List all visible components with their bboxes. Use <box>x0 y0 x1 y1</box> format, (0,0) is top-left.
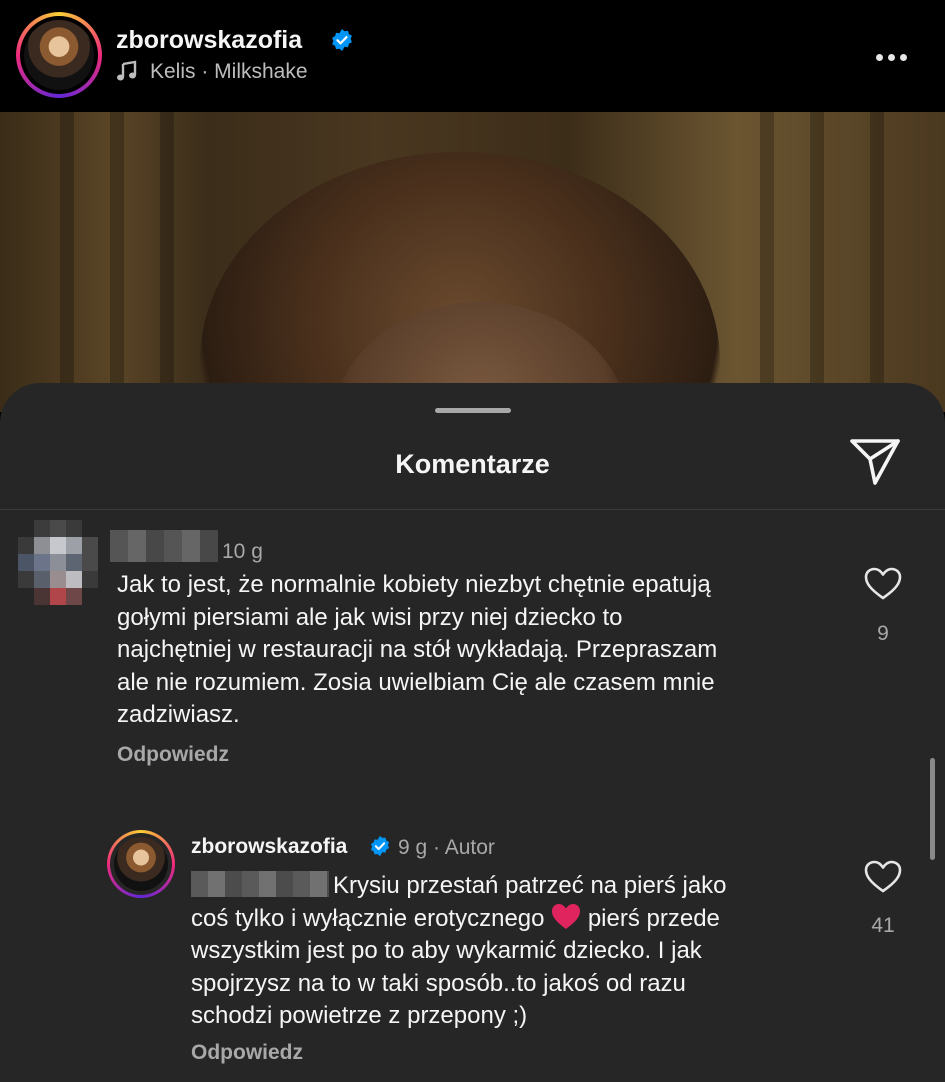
sheet-grabber[interactable] <box>435 408 511 413</box>
verified-badge-icon <box>332 29 352 51</box>
more-options-icon[interactable] <box>876 48 916 61</box>
author-label: Autor <box>444 836 495 859</box>
music-note-icon <box>117 60 137 81</box>
like-heart-icon[interactable] <box>864 860 902 894</box>
reply-username[interactable]: zborowskazofia <box>191 835 347 859</box>
reply-text: Krysiu przestań patrzeć na pierś jako coś… <box>191 871 727 1029</box>
reply-meta: 9 g · Autor <box>398 836 495 860</box>
share-send-icon[interactable] <box>848 435 902 487</box>
sheet-title: Komentarze <box>395 449 550 479</box>
commenter-username-blurred[interactable] <box>110 530 218 562</box>
post-header: zborowskazofia Kelis · Milkshake <box>0 0 945 112</box>
commenter-avatar-blurred[interactable] <box>18 520 98 606</box>
red-heart-emoji-icon <box>552 903 581 929</box>
post-photo <box>0 112 945 412</box>
profile-avatar[interactable] <box>16 12 102 98</box>
scrollbar[interactable] <box>930 758 935 860</box>
meta-separator: · <box>433 836 441 859</box>
like-count: 41 <box>871 914 895 937</box>
profile-username[interactable]: zborowskazofia <box>116 26 302 55</box>
comments-sheet: Komentarze 10 g Jak to jest, że normalni… <box>0 383 945 1082</box>
song-label[interactable]: Kelis · Milkshake <box>150 60 308 84</box>
like-count: 9 <box>877 622 889 645</box>
comment-time: 10 g <box>222 540 263 563</box>
verified-badge-icon <box>370 835 390 857</box>
like-heart-icon[interactable] <box>864 567 902 601</box>
author-avatar[interactable] <box>107 830 175 898</box>
sheet-divider <box>0 509 945 510</box>
mentioned-username-blurred[interactable] <box>191 871 329 897</box>
reply-time: 9 g <box>398 836 428 859</box>
comment-text: Jak to jest, że normalnie kobiety niezby… <box>117 571 718 728</box>
reply-button[interactable]: Odpowiedz <box>117 743 229 767</box>
reply-button[interactable]: Odpowiedz <box>191 1041 303 1065</box>
